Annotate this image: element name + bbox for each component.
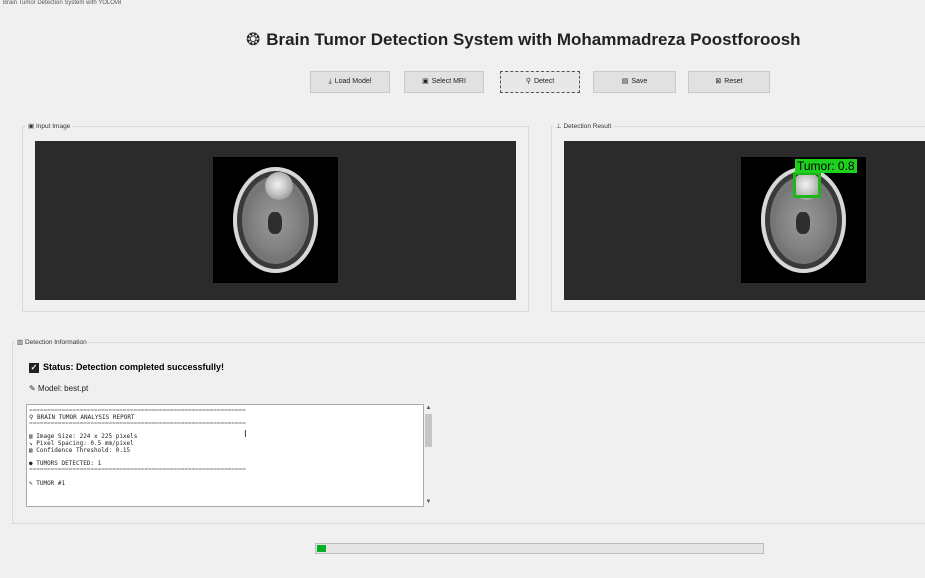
pin-icon: ✎ (29, 384, 36, 393)
status-text: Status: Detection completed successfully… (43, 362, 225, 372)
page-title-text: Brain Tumor Detection System with Mohamm… (266, 30, 801, 49)
input-image-canvas (35, 141, 516, 300)
detection-result-panel-label: ⊥ Detection Result (554, 122, 614, 130)
download-icon: ⤓ (328, 78, 332, 85)
report-line (29, 474, 421, 481)
check-icon: ✓ (29, 362, 39, 373)
result-mri-image (741, 157, 866, 283)
brain-icon: ❂ (246, 30, 261, 49)
tumor-region (265, 172, 293, 200)
reset-label: Reset (724, 78, 743, 85)
window-title: Brain Tumor Detection System with YOLOv8 (3, 0, 122, 6)
ventricle (268, 212, 282, 234)
save-label: Save (631, 78, 648, 85)
window-titlebar: Brain Tumor Detection System with YOLOv8 (0, 0, 925, 6)
save-button[interactable]: ▤ Save (593, 71, 676, 93)
text-cursor-icon: I (244, 429, 247, 440)
input-mri-image (213, 157, 338, 283)
detect-button[interactable]: ⚲ Detect (500, 71, 580, 93)
page-title: ❂ Brain Tumor Detection System with Moham… (246, 30, 866, 50)
progress-bar (315, 543, 764, 554)
report-line: ▨ Confidence Threshold: 0.15 (29, 446, 421, 455)
reset-button[interactable]: ⊠ Reset (688, 71, 770, 93)
scroll-down-icon[interactable]: ▼ (424, 498, 433, 507)
detection-info-label-text: Detection Information (24, 339, 87, 346)
search-icon: ⚲ (525, 78, 531, 85)
input-image-label-text: Input Image (35, 123, 71, 130)
scroll-up-icon[interactable]: ▲ (424, 404, 433, 413)
tumor-bounding-box (793, 172, 821, 198)
detection-result-canvas: Tumor: 0.8 (564, 141, 925, 300)
scroll-thumb[interactable] (425, 414, 432, 447)
report-textbox[interactable]: ========================================… (26, 404, 424, 507)
select-mri-button[interactable]: ▣ Select MRI (404, 71, 484, 93)
report-line: ========================================… (29, 420, 246, 428)
model-line: ✎ Model: best.pt (29, 384, 88, 393)
load-model-button[interactable]: ⤓ Load Model (310, 71, 390, 93)
target-icon: ⊥ (556, 123, 562, 130)
input-image-panel-label: ▣ Input Image (26, 122, 73, 130)
report-confidence: Confidence Threshold: 0.15 (36, 446, 131, 454)
report-line: ✎ TUMOR #1 (29, 479, 421, 488)
progress-fill (317, 545, 326, 552)
report-tumor-1: TUMOR #1 (36, 479, 66, 487)
image-icon: ▣ (28, 123, 35, 130)
report-scrollbar[interactable]: ▲ ▼ (424, 404, 433, 507)
image-icon: ▣ (422, 78, 429, 85)
report-line: ========================================… (29, 466, 246, 474)
ventricle (796, 212, 810, 234)
status-line: ✓ Status: Detection completed successfull… (29, 362, 224, 373)
tumor-box-label: Tumor: 0.8 (795, 159, 857, 173)
detection-info-panel-label: ▥ Detection Information (15, 338, 89, 346)
load-model-label: Load Model (334, 78, 372, 85)
detection-result-label-text: Detection Result (563, 123, 612, 130)
save-icon: ▤ (621, 78, 629, 85)
model-text: Model: best.pt (37, 384, 89, 393)
select-mri-label: Select MRI (431, 78, 466, 85)
detect-label: Detect (533, 78, 555, 85)
reset-icon: ⊠ (715, 78, 722, 85)
chart-icon: ▥ (17, 339, 24, 346)
